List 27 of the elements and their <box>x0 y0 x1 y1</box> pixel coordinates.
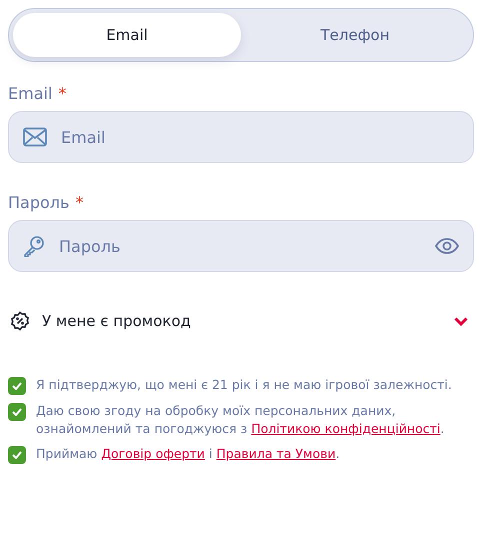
field-label: Пароль <box>8 193 70 212</box>
check-icon <box>12 451 22 459</box>
input-field[interactable]: Пароль <box>8 220 474 272</box>
checkbox[interactable] <box>8 446 26 464</box>
check-icon <box>12 408 22 416</box>
agreement-text: Приймаю Договір оферти і Правила та Умови. <box>36 445 340 463</box>
text-input[interactable]: Пароль <box>57 236 423 256</box>
tab[interactable]: Email <box>13 13 241 57</box>
agreement-link[interactable]: Договір оферти <box>101 446 205 461</box>
field-label: Email <box>8 84 52 103</box>
checkbox[interactable] <box>8 403 26 421</box>
promo-code-toggle[interactable]: У мене є промокод <box>8 308 474 334</box>
check-icon <box>12 382 22 390</box>
agreement-text: Я підтверджую, що мені є 21 рік і я не маю ігрової залежності. <box>36 376 452 394</box>
required-mark: * <box>58 84 66 103</box>
input-field[interactable]: Email <box>8 111 474 163</box>
key-icon <box>23 235 45 257</box>
agreement-link[interactable]: Правила та Умови <box>216 446 336 461</box>
discount-icon <box>10 311 30 331</box>
text-input[interactable]: Email <box>59 126 459 148</box>
required-mark: * <box>75 193 84 212</box>
checkbox[interactable] <box>8 377 26 395</box>
agreement-text: Даю свою згоду на обробку моїх персональних даних, ознайомлений та погоджуюся з Політикою конфіденційності. <box>36 402 446 438</box>
agreement-link[interactable]: Політикою конфіденційності <box>251 421 440 436</box>
tab[interactable]: Телефон <box>241 13 469 57</box>
eye-icon[interactable] <box>435 238 459 254</box>
envelope-icon <box>23 127 47 147</box>
